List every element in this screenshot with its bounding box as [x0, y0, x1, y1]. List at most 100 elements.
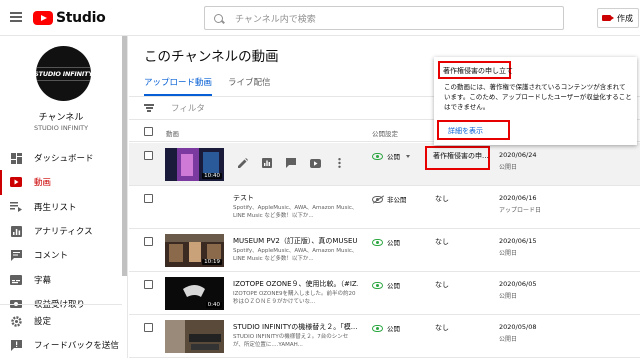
visibility-dropdown[interactable]: 公開: [372, 237, 400, 247]
sidebar: STUDIO INFINITY チャンネル STUDIO INFINITY ダッ…: [0, 36, 128, 358]
date-value: 2020/06/15: [499, 237, 537, 245]
sidebar-item-label: アナリティクス: [34, 227, 93, 238]
video-thumbnail[interactable]: 10:19: [165, 234, 224, 267]
tab-bar: アップロード動画 ライブ配信: [144, 76, 287, 96]
search-icon: [214, 13, 223, 23]
tooltip-title: 著作権侵害の申し立て: [438, 61, 513, 79]
eye-icon: [372, 281, 383, 289]
table-row[interactable]: 10:19 MUSEUM PV2（訂正版）、真のMUSEUM... Spotif…: [129, 229, 640, 272]
sidebar-item-label: 字幕: [34, 275, 52, 286]
avatar[interactable]: STUDIO INFINITY: [36, 46, 91, 101]
visibility-label: 公開: [387, 239, 400, 247]
sidebar-item-dashboard[interactable]: ダッシュボード: [0, 146, 122, 170]
video-thumbnail[interactable]: 0:40: [165, 277, 224, 310]
video-thumbnail[interactable]: [165, 320, 224, 353]
visibility-dropdown[interactable]: 非公開: [372, 194, 407, 204]
filter-input[interactable]: フィルタ: [171, 102, 205, 114]
search-input[interactable]: チャンネル内で検索: [235, 12, 316, 25]
comment-icon: [10, 249, 22, 261]
video-thumbnail[interactable]: 10:40: [165, 148, 224, 181]
tab-live[interactable]: ライブ配信: [228, 76, 271, 96]
sidebar-item-label: コメント: [34, 251, 69, 262]
create-label: 作成: [617, 13, 633, 23]
sidebar-item-label: ダッシュボード: [34, 154, 94, 165]
analytics-icon[interactable]: [261, 157, 273, 169]
video-title[interactable]: テスト: [233, 193, 358, 203]
sidebar-item-videos[interactable]: 動画: [0, 170, 122, 195]
copyright-tooltip: 著作権侵害の申し立て この動画には、著作権で保護されているコンテンツが含まれてい…: [434, 57, 637, 145]
row-checkbox[interactable]: [144, 194, 153, 203]
filter-icon[interactable]: [144, 103, 154, 114]
sidebar-item-comments[interactable]: コメント: [0, 243, 122, 267]
row-checkbox[interactable]: [144, 237, 153, 246]
sidebar-item-analytics[interactable]: アナリティクス: [0, 219, 122, 243]
restriction-highlight-box: [425, 146, 490, 170]
video-duration: 10:19: [202, 259, 222, 265]
date-value: 2020/06/16: [499, 194, 537, 202]
youtube-logo-icon: [33, 11, 53, 25]
restriction-label: なし: [435, 238, 449, 246]
column-header-video: 動画: [166, 130, 179, 138]
sidebar-item-settings[interactable]: 設定: [0, 309, 122, 333]
date-value: 2020/06/24: [499, 151, 537, 159]
analytics-icon: [10, 225, 22, 237]
sidebar-item-playlists[interactable]: 再生リスト: [0, 195, 122, 219]
more-options-icon[interactable]: [333, 157, 345, 169]
page-title: このチャンネルの動画: [144, 49, 279, 65]
visibility-label: 公開: [387, 325, 400, 333]
table-row[interactable]: テスト Spotify、AppleMusic、AWA、Amazon Music、…: [129, 186, 640, 229]
video-description: Spotify、AppleMusic、AWA、Amazon Music、LINE…: [233, 205, 358, 219]
search-box[interactable]: チャンネル内で検索: [204, 6, 564, 30]
tab-uploads[interactable]: アップロード動画: [144, 76, 213, 96]
visibility-dropdown[interactable]: 公開: [372, 151, 410, 161]
date-type: 公開日: [499, 164, 518, 171]
video-description: Spotify、AppleMusic、AWA、Amazon Music、LINE…: [233, 248, 358, 262]
eye-off-icon: [372, 195, 383, 203]
menu-icon[interactable]: [10, 12, 22, 22]
row-checkbox[interactable]: [144, 280, 153, 289]
edit-icon[interactable]: [237, 157, 249, 169]
sidebar-item-feedback[interactable]: フィードバックを送信: [0, 333, 122, 357]
table-row[interactable]: STUDIO INFINITYの機様替え２。「模... STUDIO INFIN…: [129, 315, 640, 358]
visibility-label: 非公開: [387, 196, 407, 204]
eye-icon: [372, 152, 383, 160]
date-value: 2020/05/08: [499, 323, 537, 331]
top-bar: Studio チャンネル内で検索 作成: [0, 0, 640, 36]
sidebar-item-label: フィードバックを送信: [34, 341, 119, 352]
studio-logo[interactable]: Studio: [33, 10, 106, 26]
avatar-logo-text: STUDIO INFINITY: [36, 66, 91, 81]
video-title[interactable]: IZOTOPE OZONE９、使用比較。（#IZ...: [233, 279, 358, 289]
video-title[interactable]: STUDIO INFINITYの機様替え２。「模...: [233, 322, 358, 332]
video-title[interactable]: MUSEUM PV2（訂正版）、真のMUSEUM...: [233, 236, 358, 246]
gear-icon: [10, 315, 22, 327]
comment-icon[interactable]: [285, 157, 297, 169]
row-checkbox[interactable]: [144, 323, 153, 332]
dashboard-icon: [10, 152, 22, 164]
date-type: アップロード日: [499, 207, 542, 214]
select-all-checkbox[interactable]: [144, 127, 153, 136]
visibility-label: 公開: [387, 153, 400, 161]
subtitles-icon: [10, 274, 22, 285]
sidebar-item-subtitles[interactable]: 字幕: [0, 267, 122, 291]
youtube-play-icon[interactable]: [309, 157, 321, 169]
sidebar-scrollbar[interactable]: [122, 36, 127, 276]
tooltip-body: この動画には、著作権で保護されているコンテンツが含まれています。このため、アップ…: [444, 83, 632, 111]
create-button[interactable]: 作成: [597, 8, 639, 28]
table-row[interactable]: 10:40 公開 著作権侵害の申... 2020/06/24 公開日: [129, 143, 640, 186]
restriction-label: なし: [435, 195, 449, 203]
sidebar-item-label: 再生リスト: [34, 202, 77, 213]
show-details-link[interactable]: 詳細を表示: [437, 120, 510, 140]
video-camera-icon: [602, 15, 614, 21]
date-type: 公開日: [499, 293, 518, 300]
logo-text: Studio: [56, 10, 106, 26]
row-checkbox[interactable]: [144, 151, 153, 160]
sidebar-nav: ダッシュボード 動画 再生リスト アナリティクス コメント 字幕 収益受け取り: [0, 146, 122, 316]
row-actions: [237, 157, 357, 169]
restriction-label: なし: [435, 324, 449, 332]
visibility-dropdown[interactable]: 公開: [372, 323, 400, 333]
date-type: 公開日: [499, 250, 518, 257]
video-icon: [10, 177, 22, 188]
table-row[interactable]: 0:40 IZOTOPE OZONE９、使用比較。（#IZ... IZOTOPE…: [129, 272, 640, 315]
sidebar-item-label: 動画: [34, 178, 52, 189]
visibility-dropdown[interactable]: 公開: [372, 280, 400, 290]
